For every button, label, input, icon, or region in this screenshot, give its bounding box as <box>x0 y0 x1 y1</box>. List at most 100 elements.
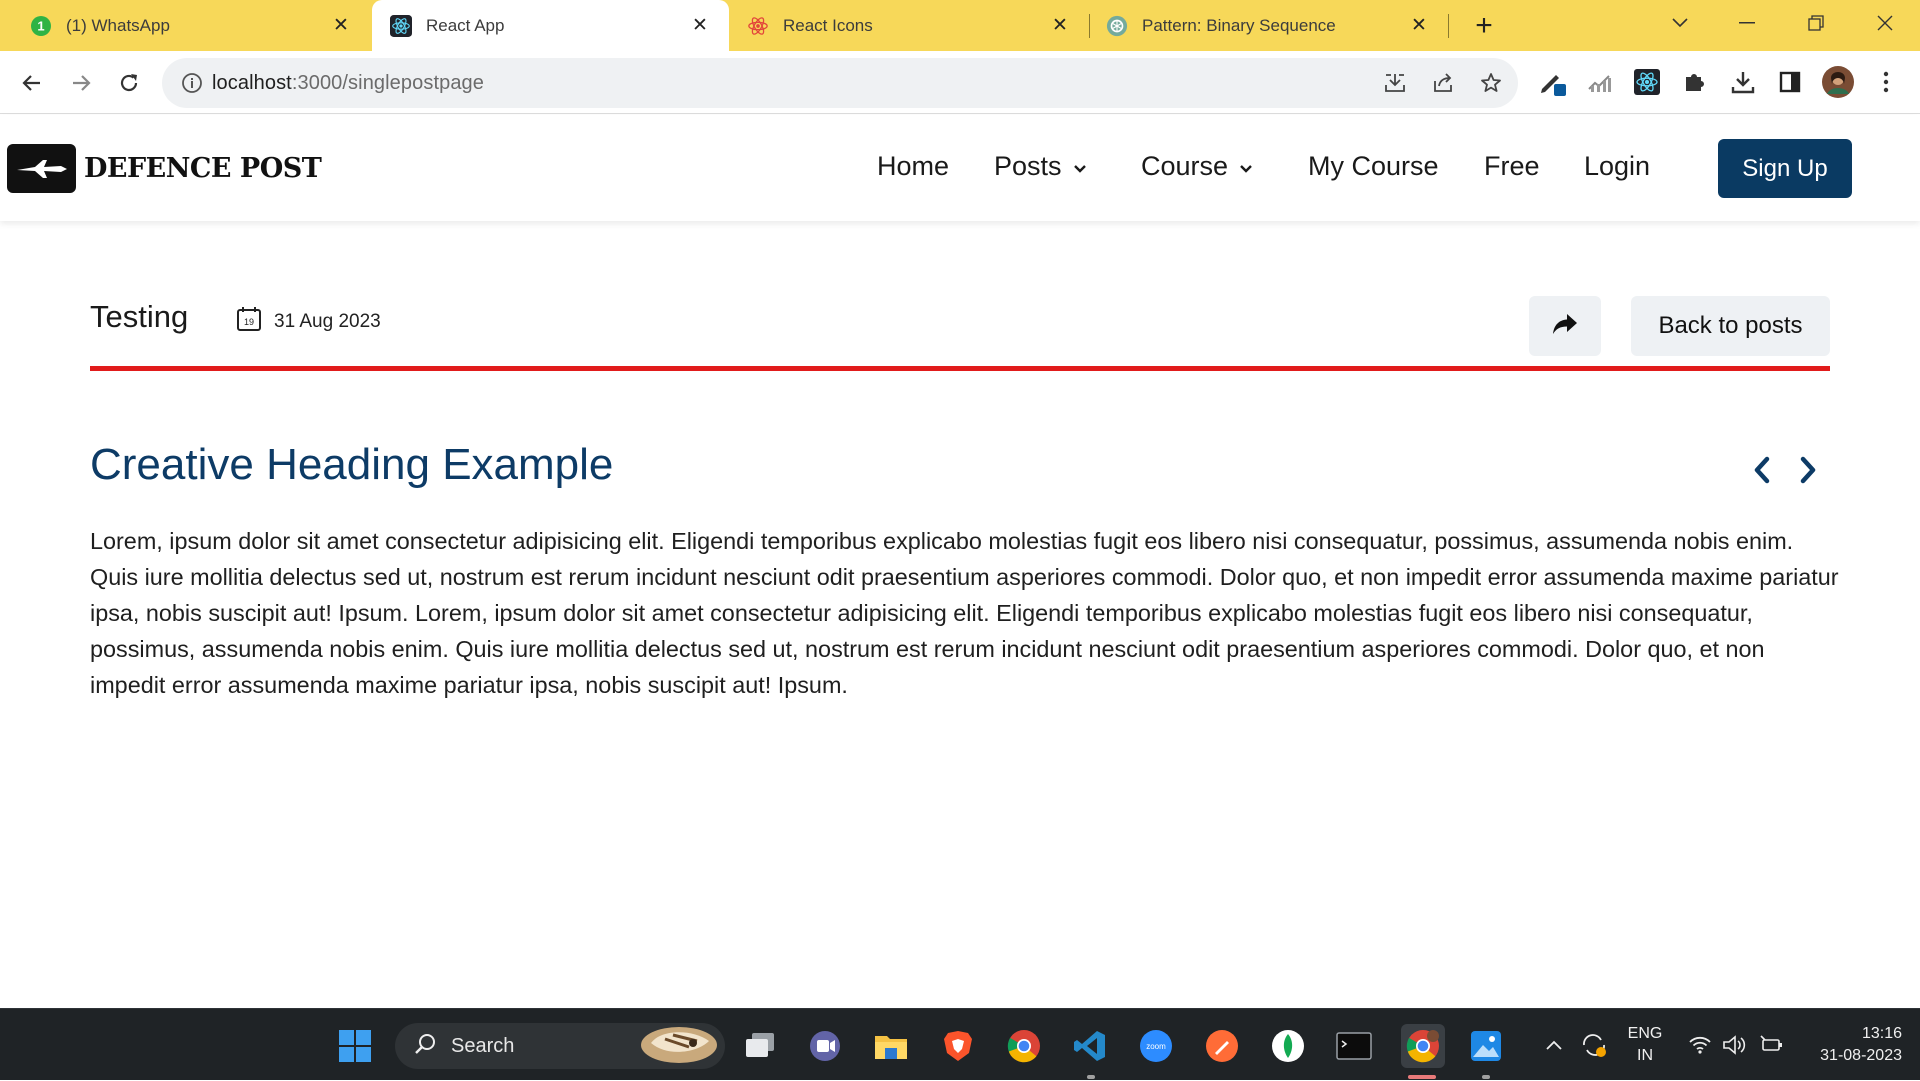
wifi-icon[interactable] <box>1688 1009 1712 1081</box>
brave-browser-icon[interactable] <box>939 1027 977 1065</box>
active-indicator <box>1408 1075 1436 1079</box>
search-highlight-image <box>637 1023 719 1070</box>
article-heading: Creative Heading Example <box>90 440 614 489</box>
chevron-down-icon <box>1072 151 1088 182</box>
post-date-text: 31 Aug 2023 <box>274 311 381 332</box>
extensions-puzzle-icon[interactable] <box>1678 65 1712 99</box>
analytics-extension-icon[interactable] <box>1583 65 1617 99</box>
chatgpt-icon <box>1106 15 1128 37</box>
back-to-posts-button[interactable]: Back to posts <box>1631 296 1830 356</box>
prev-chevron-icon[interactable] <box>1749 455 1775 485</box>
task-view-icon[interactable] <box>741 1027 779 1065</box>
tab-search-chevron-icon[interactable] <box>1660 8 1700 38</box>
mongodb-compass-icon[interactable] <box>1269 1027 1307 1065</box>
browser-menu-icon[interactable] <box>1869 65 1903 99</box>
react-devtools-icon[interactable] <box>1630 65 1664 99</box>
tab-whatsapp[interactable]: 1 (1) WhatsApp ✕ <box>0 0 370 51</box>
next-chevron-icon[interactable] <box>1795 455 1821 485</box>
photos-icon[interactable] <box>1467 1027 1505 1065</box>
share-page-icon[interactable] <box>1430 70 1456 96</box>
nav-free[interactable]: Free <box>1484 151 1540 182</box>
restore-icon[interactable] <box>1796 8 1836 38</box>
calendar-icon: 19 <box>236 306 262 338</box>
taskbar-clock[interactable]: 13:16 31-08-2023 <box>1806 1023 1902 1067</box>
taskbar-search-label: Search <box>451 1034 515 1057</box>
file-explorer-icon[interactable] <box>872 1027 910 1065</box>
clock-time: 13:16 <box>1861 1025 1902 1042</box>
zoom-icon[interactable]: zoom <box>1137 1027 1175 1065</box>
browser-tab-strip: 1 (1) WhatsApp ✕ React App ✕ React Icons… <box>0 0 1920 51</box>
window-close-icon[interactable] <box>1865 8 1905 38</box>
share-arrow-icon <box>1552 313 1578 340</box>
chrome-active-icon[interactable] <box>1401 1024 1445 1068</box>
language-line-1: ENG <box>1627 1025 1663 1042</box>
search-icon <box>413 1032 437 1061</box>
nav-login-label: Login <box>1584 151 1651 181</box>
whatsapp-icon: 1 <box>30 15 52 37</box>
side-panel-icon[interactable] <box>1773 65 1807 99</box>
tab-label: React Icons <box>783 15 873 35</box>
tab-label: Pattern: Binary Sequence <box>1142 15 1336 35</box>
minimize-icon[interactable] <box>1727 8 1767 38</box>
nav-login[interactable]: Login <box>1584 151 1650 182</box>
taskbar-search[interactable]: Search <box>395 1023 725 1069</box>
terminal-icon[interactable] <box>1335 1027 1373 1065</box>
react-icon <box>390 14 412 37</box>
language-indicator[interactable]: ENG IN <box>1622 1023 1668 1067</box>
url-text[interactable]: localhost:3000/singlepostpage <box>212 72 484 95</box>
site-info-icon[interactable] <box>180 71 204 95</box>
jet-logo-icon[interactable] <box>7 144 76 193</box>
reload-icon[interactable] <box>109 63 149 103</box>
nav-posts-dropdown[interactable]: Posts <box>994 151 1088 182</box>
nav-posts-label: Posts <box>994 151 1062 181</box>
post-date: 19 31 Aug 2023 <box>236 306 381 338</box>
svg-text:1: 1 <box>37 18 44 33</box>
windows-start-icon[interactable] <box>336 1027 374 1065</box>
chrome-icon[interactable] <box>1005 1027 1043 1065</box>
tab-pattern-binary[interactable]: Pattern: Binary Sequence ✕ <box>1090 0 1448 51</box>
teams-chat-icon[interactable] <box>806 1027 844 1065</box>
tab-react-app[interactable]: React App ✕ <box>372 0 729 51</box>
sign-up-button[interactable]: Sign Up <box>1718 139 1852 198</box>
show-hidden-icons-chevron[interactable] <box>1544 1009 1564 1081</box>
post-category: Testing <box>90 299 189 334</box>
react-icon <box>747 15 769 37</box>
volume-icon[interactable] <box>1722 1009 1748 1081</box>
nav-home[interactable]: Home <box>877 151 949 182</box>
url-path: :3000/singlepostpage <box>291 72 484 94</box>
share-button[interactable] <box>1529 296 1601 356</box>
svg-text:zoom: zoom <box>1146 1042 1166 1051</box>
nav-free-label: Free <box>1484 151 1540 181</box>
site-logo-text[interactable]: DEFENCE POST <box>84 153 322 184</box>
close-icon[interactable]: ✕ <box>1049 14 1071 36</box>
divider-rule <box>90 366 1830 371</box>
tab-react-icons[interactable]: React Icons ✕ <box>731 0 1089 51</box>
close-icon[interactable]: ✕ <box>330 14 352 36</box>
browser-toolbar: localhost:3000/singlepostpage <box>0 51 1920 114</box>
forward-arrow-icon[interactable] <box>61 63 101 103</box>
postman-icon[interactable] <box>1203 1027 1241 1065</box>
language-line-2: IN <box>1637 1047 1653 1064</box>
tab-label: React App <box>426 15 505 35</box>
downloads-icon[interactable] <box>1726 65 1760 99</box>
battery-icon[interactable] <box>1759 1009 1785 1081</box>
profile-avatar[interactable] <box>1821 65 1855 99</box>
nav-course-dropdown[interactable]: Course <box>1141 151 1254 182</box>
install-app-icon[interactable] <box>1382 70 1408 96</box>
pen-extension-icon[interactable] <box>1536 65 1570 99</box>
site-navbar: DEFENCE POST Home Posts Course My Course… <box>0 115 1920 221</box>
address-bar[interactable]: localhost:3000/singlepostpage <box>162 58 1518 108</box>
url-host: localhost <box>212 72 292 94</box>
article-body: Lorem, ipsum dolor sit amet consectetur … <box>90 528 1839 698</box>
bookmark-star-icon[interactable] <box>1478 70 1504 96</box>
close-icon[interactable]: ✕ <box>1408 14 1430 36</box>
sync-icon[interactable] <box>1580 1009 1608 1081</box>
nav-my-course[interactable]: My Course <box>1308 151 1439 182</box>
svg-text:19: 19 <box>244 317 254 327</box>
clock-date: 31-08-2023 <box>1820 1047 1902 1064</box>
vscode-icon[interactable] <box>1071 1027 1109 1065</box>
close-icon[interactable]: ✕ <box>689 14 711 36</box>
running-indicator <box>1087 1075 1095 1079</box>
back-arrow-icon[interactable] <box>12 63 52 103</box>
new-tab-button[interactable]: + <box>1468 9 1500 42</box>
